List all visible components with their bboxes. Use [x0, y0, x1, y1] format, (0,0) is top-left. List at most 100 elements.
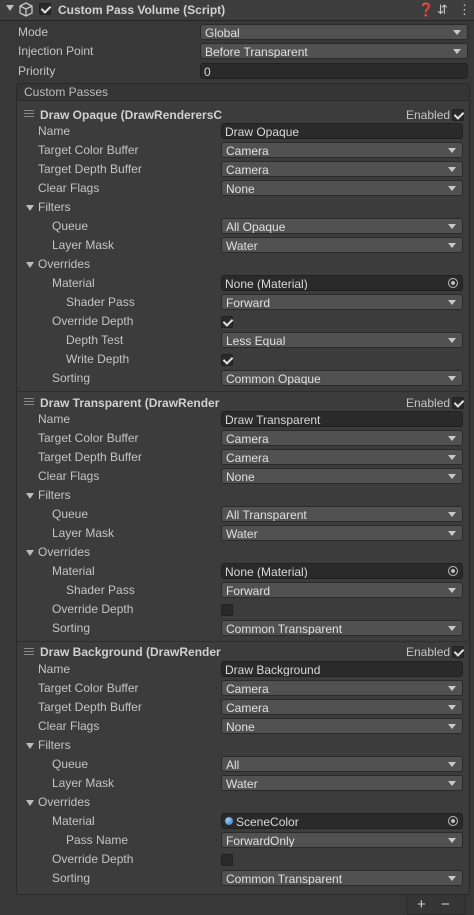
injection-point-dropdown[interactable]: Before Transparent — [200, 43, 468, 59]
layer-mask-value: Water — [226, 777, 258, 791]
pass-name-input[interactable]: Draw Opaque — [221, 123, 463, 139]
overrides-label: Overrides — [38, 795, 91, 809]
shader-pass-value: Forward — [226, 584, 271, 598]
override-depth-checkbox[interactable] — [221, 604, 233, 616]
overrides-foldout-icon[interactable] — [26, 262, 34, 268]
layer-mask-label: Layer Mask — [52, 776, 115, 790]
target-depth-buffer-dropdown[interactable]: Camera — [221, 699, 463, 715]
sorting-dropdown[interactable]: Common Transparent — [221, 620, 463, 636]
layer-mask-dropdown[interactable]: Water — [221, 525, 463, 541]
chevron-down-icon — [448, 436, 456, 441]
pass-name-dropdown[interactable]: ForwardOnly — [221, 832, 463, 848]
component-enabled-checkbox[interactable] — [39, 3, 51, 15]
layer-mask-dropdown[interactable]: Water — [221, 237, 463, 253]
chevron-down-icon — [448, 186, 456, 191]
queue-dropdown[interactable]: All — [221, 756, 463, 772]
preset-icon[interactable]: ⇵ — [437, 2, 448, 18]
object-picker-icon[interactable] — [448, 278, 458, 288]
override-depth-checkbox[interactable] — [221, 854, 233, 866]
override-depth-label: Override Depth — [52, 602, 134, 616]
clear-flags-value: None — [226, 182, 255, 196]
clear-flags-dropdown[interactable]: None — [221, 180, 463, 196]
component-foldout-icon[interactable] — [6, 5, 14, 11]
chevron-down-icon — [448, 762, 456, 767]
filters-foldout-icon[interactable] — [26, 493, 34, 499]
shader-pass-dropdown[interactable]: Forward — [221, 582, 463, 598]
override-depth-label: Override Depth — [52, 314, 134, 328]
chevron-down-icon — [448, 167, 456, 172]
sorting-dropdown[interactable]: Common Transparent — [221, 870, 463, 886]
chevron-down-icon — [448, 838, 456, 843]
pass-name-input[interactable]: Draw Transparent — [221, 411, 463, 427]
material-object-field[interactable]: None (Material) — [221, 563, 463, 579]
target-depth-buffer-label: Target Depth Buffer — [38, 450, 142, 464]
drag-handle-icon[interactable] — [24, 648, 34, 655]
queue-dropdown[interactable]: All Opaque — [221, 218, 463, 234]
clear-flags-value: None — [226, 720, 255, 734]
shader-pass-dropdown[interactable]: Forward — [221, 294, 463, 310]
pass-enabled-checkbox[interactable] — [452, 109, 464, 121]
chevron-down-icon — [448, 243, 456, 248]
add-pass-button[interactable]: + — [417, 896, 426, 913]
material-object-field[interactable]: SceneColor — [221, 813, 463, 829]
target-color-buffer-dropdown[interactable]: Camera — [221, 680, 463, 696]
overrides-label: Overrides — [38, 545, 91, 559]
chevron-down-icon — [448, 531, 456, 536]
clear-flags-dropdown[interactable]: None — [221, 468, 463, 484]
pass-enabled-checkbox[interactable] — [452, 397, 464, 409]
shader-pass-label: Shader Pass — [66, 295, 135, 309]
remove-pass-button[interactable]: − — [441, 896, 450, 913]
target-color-buffer-dropdown[interactable]: Camera — [221, 430, 463, 446]
drag-handle-icon[interactable] — [24, 398, 34, 405]
chevron-down-icon — [448, 300, 456, 305]
mode-value: Global — [205, 26, 240, 40]
shader-pass-label: Shader Pass — [66, 583, 135, 597]
clear-flags-label: Clear Flags — [38, 719, 100, 733]
chevron-down-icon — [448, 705, 456, 710]
write-depth-checkbox[interactable] — [221, 354, 233, 366]
filters-foldout-icon[interactable] — [26, 205, 34, 211]
clear-flags-label: Clear Flags — [38, 181, 100, 195]
mode-dropdown[interactable]: Global — [200, 24, 468, 40]
queue-dropdown[interactable]: All Transparent — [221, 506, 463, 522]
chevron-down-icon — [448, 626, 456, 631]
pass-enabled-checkbox[interactable] — [452, 646, 464, 658]
queue-label: Queue — [52, 219, 89, 233]
chevron-down-icon — [448, 876, 456, 881]
chevron-down-icon — [448, 455, 456, 460]
sorting-label: Sorting — [52, 871, 91, 885]
depth-test-dropdown[interactable]: Less Equal — [221, 332, 463, 348]
chevron-down-icon — [453, 49, 461, 54]
layer-mask-dropdown[interactable]: Water — [221, 775, 463, 791]
material-object-field[interactable]: None (Material) — [221, 275, 463, 291]
pass-name-input[interactable]: Draw Background — [221, 661, 463, 677]
target-color-buffer-dropdown[interactable]: Camera — [221, 142, 463, 158]
clear-flags-dropdown[interactable]: None — [221, 718, 463, 734]
sorting-dropdown[interactable]: Common Opaque — [221, 370, 463, 386]
queue-value: All Transparent — [226, 508, 307, 522]
object-picker-icon[interactable] — [448, 816, 458, 826]
override-depth-checkbox[interactable] — [221, 316, 233, 328]
filters-foldout-icon[interactable] — [26, 743, 34, 749]
clear-flags-label: Clear Flags — [38, 469, 100, 483]
more-icon[interactable]: ⋮ — [458, 2, 471, 18]
sorting-label: Sorting — [52, 371, 91, 385]
chevron-down-icon — [448, 224, 456, 229]
depth-test-label: Depth Test — [66, 333, 124, 347]
object-picker-icon[interactable] — [448, 566, 458, 576]
pass-name-value: ForwardOnly — [226, 834, 295, 848]
material-label: Material — [52, 276, 95, 290]
overrides-foldout-icon[interactable] — [26, 800, 34, 806]
target-depth-buffer-dropdown[interactable]: Camera — [221, 161, 463, 177]
pass-enabled-label: Enabled — [406, 396, 451, 410]
priority-input[interactable]: 0 — [200, 63, 468, 79]
material-value: SceneColor — [236, 815, 299, 829]
target-depth-buffer-dropdown[interactable]: Camera — [221, 449, 463, 465]
target-color-buffer-value: Camera — [226, 432, 269, 446]
overrides-foldout-icon[interactable] — [26, 550, 34, 556]
chevron-down-icon — [448, 724, 456, 729]
drag-handle-icon[interactable] — [24, 110, 34, 117]
target-color-buffer-label: Target Color Buffer — [38, 143, 139, 157]
help-icon[interactable]: ❓ — [418, 2, 434, 18]
chevron-down-icon — [448, 148, 456, 153]
